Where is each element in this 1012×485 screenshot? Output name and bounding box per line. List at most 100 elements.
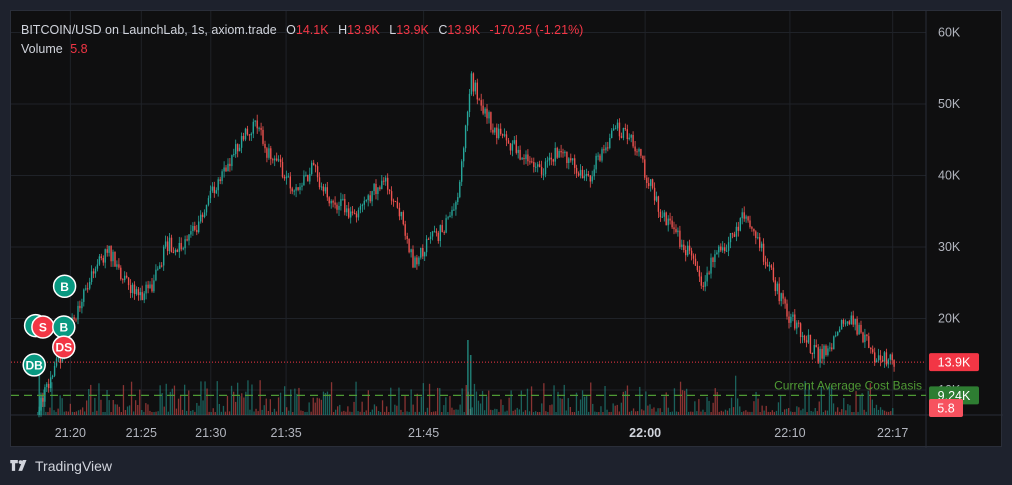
candle-body <box>127 277 130 286</box>
volume-bar <box>700 411 702 415</box>
candle-body <box>229 163 231 166</box>
candle-body <box>626 129 628 139</box>
volume-bar <box>192 410 194 415</box>
candle-body <box>798 322 800 324</box>
candle-body <box>186 239 188 241</box>
volume-bar <box>155 411 157 415</box>
volume-bar <box>353 401 355 415</box>
volume-bar <box>722 411 724 415</box>
volume-bar <box>188 390 190 415</box>
volume-bar <box>777 402 780 415</box>
volume-bar <box>449 395 451 415</box>
volume-bar <box>269 399 271 415</box>
volume-bar <box>486 396 488 415</box>
volume-bar <box>349 411 351 415</box>
candle-body <box>560 151 562 153</box>
volume-bar <box>657 408 659 415</box>
candle-body <box>443 232 445 234</box>
volume-bar <box>110 412 112 415</box>
candlestick-chart[interactable]: Current Average Cost Basis 60K 50K 40K 30K 20… <box>11 11 1003 448</box>
volume-bar <box>314 402 316 415</box>
candle-body <box>180 243 182 250</box>
volume-bar <box>879 407 882 415</box>
volume-bar <box>86 400 88 415</box>
candle-body <box>620 136 623 138</box>
candle-body <box>735 226 738 237</box>
chart-frame[interactable]: Current Average Cost Basis 60K 50K 40K 30K 20… <box>10 10 1003 448</box>
volume-bar <box>588 411 590 415</box>
candle-body <box>478 99 480 101</box>
candle-body <box>276 158 278 161</box>
candle-body <box>554 148 556 162</box>
candle-body <box>780 293 782 302</box>
candle-body <box>404 224 406 236</box>
candle-body <box>628 137 630 139</box>
volume-bar <box>590 382 592 415</box>
change-value: -170.25 (-1.21%) <box>489 23 584 37</box>
volume-bar <box>892 408 894 415</box>
volume-bar <box>767 411 769 415</box>
candle-body <box>698 270 701 277</box>
volume-bar <box>877 409 880 415</box>
candle-body <box>396 201 399 208</box>
volume-bar <box>430 412 433 415</box>
candle-body <box>455 202 457 210</box>
volume-bar <box>433 411 435 415</box>
volume-bar <box>306 411 308 415</box>
high-key: H <box>338 23 348 37</box>
candle-body <box>85 288 87 290</box>
candle-body <box>75 319 77 321</box>
volume-bar <box>308 402 310 415</box>
candle-body <box>151 284 153 292</box>
volume-bar <box>222 405 225 415</box>
candle-body <box>373 183 375 192</box>
volume-bar <box>333 412 335 415</box>
candle-body <box>137 289 140 296</box>
candle-body <box>141 292 143 301</box>
symbol-title[interactable]: BITCOIN/USD on LaunchLab, 1s, axiom.trad… <box>21 23 277 37</box>
candle-body <box>390 191 393 201</box>
volume-bar <box>459 404 461 415</box>
candle-body <box>285 176 288 179</box>
volume-bar <box>165 383 167 415</box>
candle-body <box>252 121 254 134</box>
candle-body <box>630 135 632 138</box>
volume-bar <box>573 412 576 415</box>
candle-body <box>757 237 759 239</box>
volume-bar <box>871 399 873 415</box>
volume-bar <box>549 405 551 415</box>
volume-bar <box>84 411 86 415</box>
volume-bar <box>490 409 492 415</box>
candle-body <box>449 215 451 218</box>
volume-bar <box>337 406 339 415</box>
candle-body <box>73 317 75 320</box>
volume-bar <box>651 408 653 415</box>
candle-body <box>474 82 476 92</box>
volume-bar <box>218 404 220 415</box>
volume-bar <box>775 410 778 415</box>
volume-bar <box>812 411 814 415</box>
volume-bar <box>57 408 59 415</box>
candle-body <box>761 243 763 248</box>
candle-body <box>324 187 327 192</box>
candle-body <box>612 128 615 131</box>
candle-body <box>435 231 438 233</box>
candle-body <box>157 268 159 270</box>
candle-body <box>215 190 217 194</box>
candle-body <box>459 181 461 198</box>
volume-bar <box>598 412 600 415</box>
candle-body <box>716 252 718 255</box>
volume-bar <box>277 397 280 415</box>
tradingview-footer[interactable]: TradingView <box>10 458 112 474</box>
candle-body <box>889 354 891 360</box>
volume-bar <box>535 411 537 415</box>
volume-bar <box>143 411 145 415</box>
volume-bar <box>402 412 404 415</box>
volume-bar <box>114 404 116 415</box>
volume-bar <box>443 405 445 415</box>
volume-bar <box>292 412 294 415</box>
volume-bar <box>435 411 437 415</box>
volume-bar <box>863 409 865 415</box>
candle-body <box>293 190 295 192</box>
volume-bar <box>184 384 186 415</box>
